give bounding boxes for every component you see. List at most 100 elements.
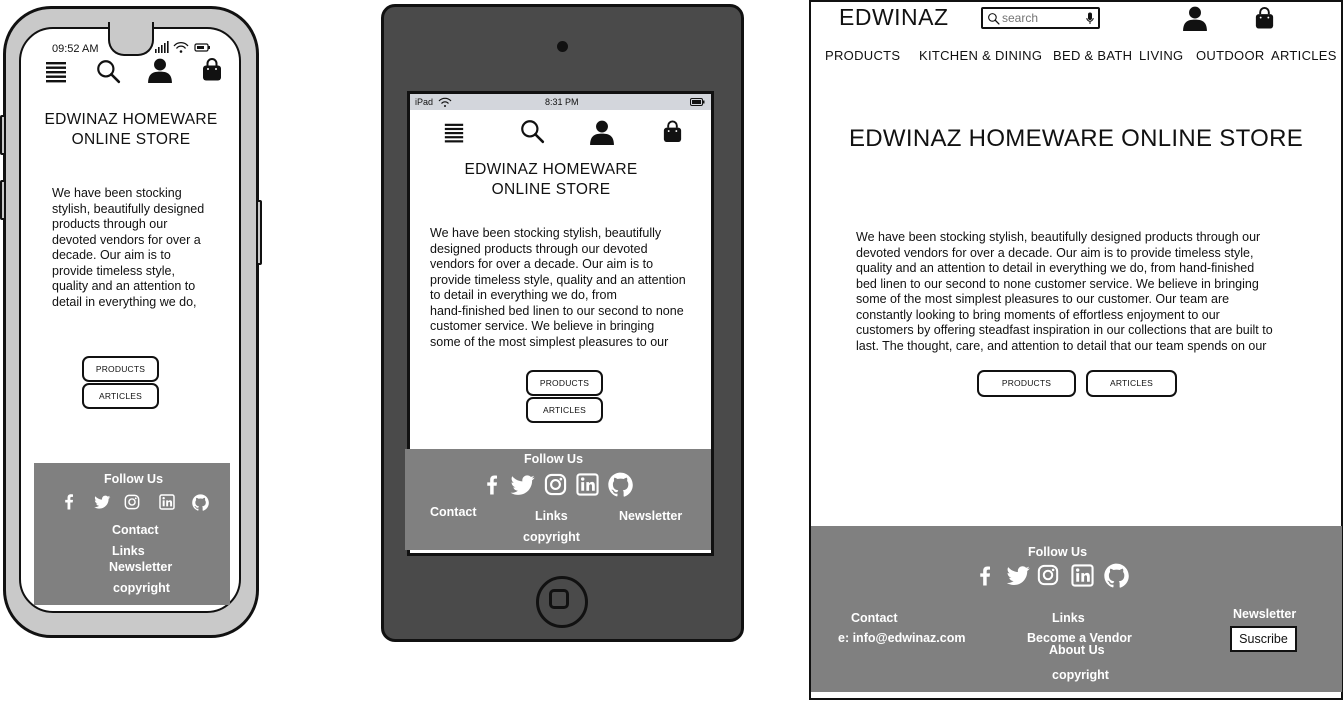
paragraph-line: devoted vendors for over a bbox=[52, 232, 201, 247]
paragraph-line: designed products through our devoted bbox=[430, 241, 648, 256]
nav-living[interactable]: LIVING bbox=[1139, 48, 1183, 63]
products-button[interactable]: PRODUCTS bbox=[82, 356, 159, 382]
paragraph-line: quality and an attention to detail in ev… bbox=[856, 261, 1255, 275]
footer-about-us[interactable]: About Us bbox=[1049, 643, 1105, 657]
menu-icon[interactable] bbox=[443, 120, 465, 144]
menu-icon[interactable] bbox=[44, 58, 68, 84]
user-icon[interactable] bbox=[589, 119, 615, 145]
search-input[interactable] bbox=[1002, 10, 1080, 26]
instagram-icon[interactable] bbox=[124, 494, 140, 510]
intro-paragraph: We have been stocking stylish, beautiful… bbox=[856, 230, 1316, 354]
logo[interactable]: EDWINAZ bbox=[839, 4, 949, 31]
search-icon[interactable] bbox=[519, 118, 545, 144]
twitter-icon[interactable] bbox=[1006, 564, 1031, 587]
github-icon[interactable] bbox=[608, 472, 633, 497]
paragraph-line: last. The thought, care, and attention t… bbox=[856, 338, 1267, 353]
footer-links[interactable]: Links bbox=[535, 509, 568, 523]
linkedin-icon[interactable] bbox=[576, 473, 599, 496]
home-button[interactable] bbox=[536, 576, 588, 628]
status-device: iPad bbox=[415, 97, 434, 107]
nav-products[interactable]: PRODUCTS bbox=[825, 48, 900, 63]
shopping-bag-icon[interactable] bbox=[200, 56, 224, 83]
nav-bed-bath[interactable]: BED & BATH bbox=[1053, 48, 1132, 63]
phone-notch bbox=[108, 22, 154, 56]
footer-copyright: copyright bbox=[523, 530, 580, 544]
articles-button[interactable]: ARTICLES bbox=[526, 397, 603, 423]
nav-kitchen-dining[interactable]: KITCHEN & DINING bbox=[919, 48, 1042, 63]
footer-links[interactable]: Links bbox=[112, 544, 145, 558]
shopping-bag-icon[interactable] bbox=[1253, 5, 1276, 31]
paragraph-line: to detail in everything we do, from bbox=[430, 288, 617, 302]
page-title: EDWINAZ HOMEWARE ONLINE STORE bbox=[848, 125, 1304, 152]
user-icon[interactable] bbox=[147, 57, 173, 83]
linkedin-icon[interactable] bbox=[1071, 564, 1094, 587]
paragraph-line: constantly looking to bring moments of e… bbox=[856, 307, 1220, 322]
paragraph-line: We have been stocking stylish, beautiful… bbox=[856, 230, 1261, 244]
paragraph-line: customer service. We believe in bringing bbox=[430, 319, 655, 333]
products-button[interactable]: PRODUCTS bbox=[977, 370, 1076, 397]
footer-contact[interactable]: Contact bbox=[430, 505, 477, 519]
footer-newsletter: Newsletter bbox=[1233, 607, 1297, 621]
intro-paragraph: We have been stocking stylish, beautiful… bbox=[430, 226, 710, 350]
paragraph-line: provide timeless style, quality and an a… bbox=[430, 272, 686, 287]
paragraph-line: We have been stocking bbox=[52, 186, 182, 200]
search-icon[interactable] bbox=[95, 58, 121, 84]
phone-volume-down bbox=[0, 180, 6, 220]
title-line-2: ONLINE STORE bbox=[491, 181, 611, 198]
subscribe-button[interactable]: Suscribe bbox=[1230, 626, 1297, 652]
facebook-icon[interactable] bbox=[61, 493, 77, 510]
footer-links: Links bbox=[1052, 611, 1085, 625]
twitter-icon[interactable] bbox=[94, 494, 111, 510]
follow-us-heading: Follow Us bbox=[524, 452, 584, 466]
articles-button[interactable]: ARTICLES bbox=[82, 383, 159, 409]
products-button[interactable]: PRODUCTS bbox=[526, 370, 603, 396]
title-line-2: ONLINE STORE bbox=[71, 131, 191, 148]
facebook-icon[interactable] bbox=[975, 563, 995, 588]
paragraph-line: decade. Our aim is to bbox=[52, 248, 171, 262]
instagram-icon[interactable] bbox=[1037, 564, 1059, 586]
github-icon[interactable] bbox=[192, 494, 209, 511]
footer-email[interactable]: e: info@edwinaz.com bbox=[838, 631, 965, 645]
status-icons bbox=[155, 41, 210, 53]
page-title: EDWINAZ HOMEWARE ONLINE STORE bbox=[36, 110, 226, 150]
camera-dot bbox=[557, 41, 568, 52]
wifi-icon bbox=[173, 42, 189, 53]
footer-copyright: copyright bbox=[113, 581, 170, 595]
paragraph-line: vendors for over a decade. Our aim is to bbox=[430, 257, 654, 271]
paragraph-line: stylish, beautifully designed bbox=[52, 201, 205, 216]
search-box[interactable] bbox=[981, 7, 1100, 29]
facebook-icon[interactable] bbox=[482, 472, 502, 497]
status-time: 8:31 PM bbox=[545, 97, 579, 107]
paragraph-line: detail in everything we do, bbox=[52, 294, 197, 309]
paragraph-line: devoted vendors for over a decade. Our a… bbox=[856, 245, 1254, 260]
paragraph-line: products through our bbox=[52, 217, 168, 231]
instagram-icon[interactable] bbox=[544, 473, 567, 496]
phone-power-button bbox=[256, 200, 262, 265]
paragraph-line: provide timeless style, bbox=[52, 263, 175, 278]
follow-us-heading: Follow Us bbox=[104, 472, 164, 486]
paragraph-line: hand-finished bed linen to our second to… bbox=[430, 303, 684, 318]
twitter-icon[interactable] bbox=[510, 473, 536, 497]
signal-icon bbox=[155, 41, 169, 53]
articles-button[interactable]: ARTICLES bbox=[1086, 370, 1177, 397]
paragraph-line: customers by offering steadfast inspirat… bbox=[856, 323, 1273, 337]
footer-copyright: copyright bbox=[1052, 668, 1109, 682]
user-icon[interactable] bbox=[1182, 5, 1208, 31]
linkedin-icon[interactable] bbox=[159, 494, 175, 510]
footer-newsletter[interactable]: Newsletter bbox=[109, 560, 172, 574]
wifi-icon bbox=[438, 97, 452, 107]
footer-contact[interactable]: Contact bbox=[112, 523, 159, 537]
shopping-bag-icon[interactable] bbox=[661, 118, 684, 145]
nav-articles[interactable]: ARTICLES bbox=[1271, 48, 1337, 63]
page-title: EDWINAZ HOMEWARE ONLINE STORE bbox=[436, 160, 666, 200]
microphone-icon[interactable] bbox=[1086, 12, 1094, 25]
footer-newsletter[interactable]: Newsletter bbox=[619, 509, 682, 523]
nav-outdoor[interactable]: OUTDOOR bbox=[1196, 48, 1265, 63]
paragraph-line: quality and an attention to bbox=[52, 279, 196, 293]
paragraph-line: some of the most simplest pleasures to o… bbox=[856, 292, 1230, 306]
github-icon[interactable] bbox=[1104, 563, 1129, 588]
search-icon bbox=[987, 12, 1000, 25]
phone-volume-up bbox=[0, 115, 6, 155]
battery-icon bbox=[690, 98, 705, 106]
follow-us-heading: Follow Us bbox=[1028, 545, 1088, 559]
